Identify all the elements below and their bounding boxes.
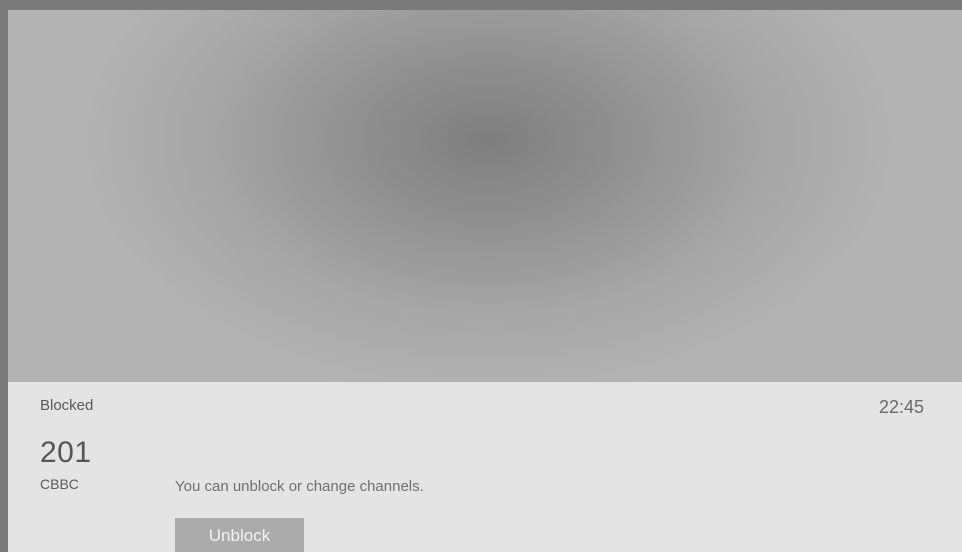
channel-number: 201 (40, 436, 92, 469)
tv-frame: Blocked 22:45 201 CBBC You can unblock o… (0, 0, 962, 552)
blocked-status-label: Blocked (40, 397, 94, 414)
blocked-video-preview (8, 10, 962, 382)
channel-info-panel: Blocked 22:45 201 CBBC You can unblock o… (8, 382, 962, 552)
tv-screen: Blocked 22:45 201 CBBC You can unblock o… (8, 10, 962, 552)
clock-time: 22:45 (878, 397, 924, 417)
unblock-message: You can unblock or change channels. (175, 478, 424, 495)
unblock-button[interactable]: Unblock (175, 518, 304, 552)
channel-name: CBBC (40, 476, 79, 492)
